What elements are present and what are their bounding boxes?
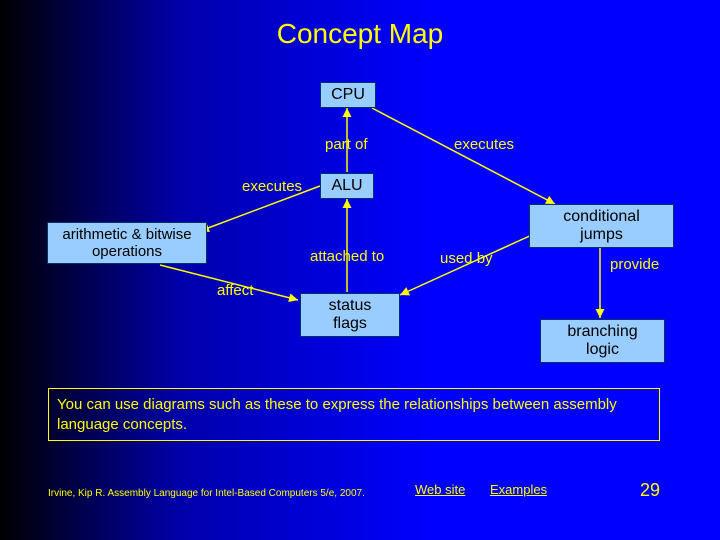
edge-provide: provide [610, 256, 659, 273]
node-cpu: CPU [320, 82, 376, 108]
node-branching-logic: branching logic [540, 319, 665, 363]
page-title: Concept Map [0, 18, 720, 50]
footer-citation: Irvine, Kip R. Assembly Language for Int… [48, 488, 365, 499]
edge-executes-top: executes [454, 136, 514, 153]
footer-web-link[interactable]: Web site [415, 482, 465, 497]
edge-attached-to: attached to [310, 248, 384, 265]
footer-examples-link[interactable]: Examples [490, 482, 547, 497]
edge-part-of: part of [325, 136, 368, 153]
edge-affect: affect [217, 282, 253, 299]
edge-executes-left: executes [242, 178, 302, 195]
node-alu: ALU [320, 173, 374, 199]
node-conditional-jumps: conditional jumps [529, 204, 674, 248]
edge-used-by: used by [440, 250, 493, 267]
note-box: You can use diagrams such as these to ex… [48, 388, 660, 441]
node-arithmetic-bitwise: arithmetic & bitwise operations [47, 222, 207, 264]
node-status-flags: status flags [300, 293, 400, 337]
slide-number: 29 [640, 480, 660, 501]
